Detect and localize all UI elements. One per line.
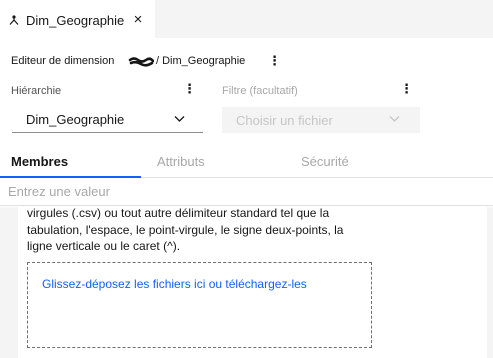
close-icon[interactable]: × bbox=[130, 11, 146, 29]
hierarchy-menu-icon[interactable]: ⋮ bbox=[183, 81, 196, 97]
redacted-folder-icon bbox=[128, 57, 154, 67]
file-format-description: virgules (.csv) ou tout autre délimiteur… bbox=[27, 206, 344, 253]
document-tab-title: Dim_Geographie bbox=[26, 13, 125, 28]
file-dropzone[interactable]: Glissez-déposez les fichiers ici ou télé… bbox=[27, 262, 372, 348]
tab-attributes[interactable]: Attributs bbox=[141, 148, 281, 178]
tab-security[interactable]: Sécurité bbox=[281, 148, 493, 178]
search-input[interactable] bbox=[0, 178, 493, 206]
breadcrumb: / Dim_Geographie bbox=[156, 55, 246, 67]
filter-select-placeholder: Choisir un fichier bbox=[236, 112, 333, 128]
document-tab[interactable]: Dim_Geographie × bbox=[0, 0, 155, 38]
tab-members[interactable]: Membres bbox=[0, 148, 141, 178]
filter-menu-icon[interactable]: ⋮ bbox=[400, 81, 413, 97]
filter-label: Filtre (facultatif) bbox=[222, 85, 298, 97]
document-tab-strip: Dim_Geographie × bbox=[0, 0, 493, 38]
upload-link[interactable]: Glissez-déposez les fichiers ici ou télé… bbox=[42, 277, 307, 291]
hierarchy-label: Hiérarchie bbox=[11, 85, 62, 97]
chevron-down-icon bbox=[174, 116, 185, 122]
members-tabs: Membres Attributs Sécurité bbox=[0, 148, 493, 178]
hierarchy-icon bbox=[9, 15, 19, 25]
chevron-down-icon bbox=[389, 116, 400, 122]
filter-select[interactable]: Choisir un fichier bbox=[222, 107, 420, 133]
editor-heading: Editeur de dimension bbox=[11, 55, 115, 67]
scrollbar[interactable] bbox=[487, 207, 493, 358]
hierarchy-select[interactable]: Dim_Geographie bbox=[12, 107, 203, 133]
hierarchy-select-value: Dim_Geographie bbox=[26, 112, 125, 127]
overflow-menu-icon[interactable]: ⋮ bbox=[268, 53, 281, 69]
